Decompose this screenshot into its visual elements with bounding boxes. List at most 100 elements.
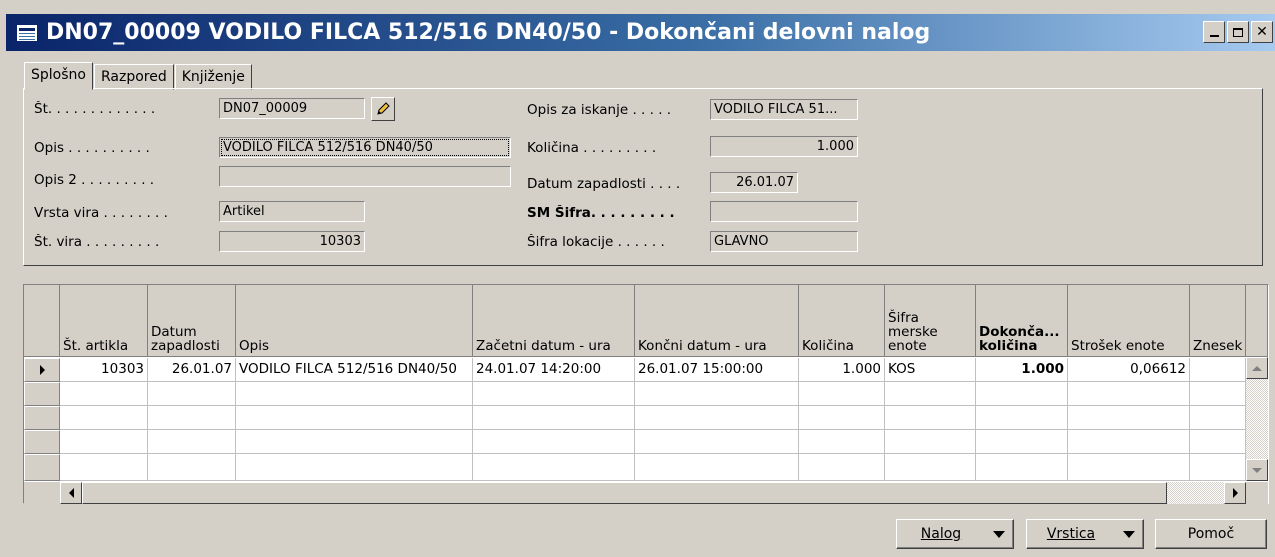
pencil-icon [377,102,390,115]
empty-cell[interactable] [473,430,635,454]
empty-cell[interactable] [60,430,148,454]
empty-cell[interactable] [1068,406,1190,430]
empty-cell[interactable] [148,454,236,481]
empty-cell[interactable] [799,382,885,406]
cell-znesek[interactable] [1190,358,1246,382]
cell-dokoncana-kolicina[interactable]: 1.000 [976,358,1068,382]
col-header-kolicina[interactable]: Količina [799,285,885,357]
cell-st-artikla[interactable]: 10303 [60,358,148,382]
scroll-down-button[interactable] [1246,459,1268,481]
empty-cell[interactable] [236,430,473,454]
col-header-koncni-datum[interactable]: Končni datum - ura [635,285,799,357]
col-header-st-artikla[interactable]: Št. artikla [60,285,148,357]
col-header-dokoncana-kolicina[interactable]: Dokonča... količina [976,285,1068,357]
horizontal-scrollbar[interactable] [60,482,1246,504]
vrsta-vira-input[interactable]: Artikel [219,201,365,222]
empty-cell[interactable] [976,382,1068,406]
cell-kolicina[interactable]: 1.000 [799,358,885,382]
empty-cell[interactable] [799,430,885,454]
cell-sifra-me[interactable]: KOS [885,358,976,382]
minimize-button[interactable] [1203,21,1225,43]
empty-cell[interactable] [885,406,976,430]
cell-koncni[interactable]: 26.01.07 15:00:00 [635,358,799,382]
col-header-zacetni-datum[interactable]: Začetni datum - ura [473,285,635,357]
cell-opis[interactable]: VODILO FILCA 512/516 DN40/50 [236,358,473,382]
col-header-znesek[interactable]: Znesek [1190,285,1246,357]
empty-cell[interactable] [473,406,635,430]
opis-input[interactable]: VODILO FILCA 512/516 DN40/50 [219,137,511,158]
empty-cell[interactable] [1068,382,1190,406]
opis2-input[interactable] [219,166,511,187]
arrow-down-icon [1252,467,1262,473]
cell-strosek-enote[interactable]: 0,06612 [1068,358,1190,382]
st-input[interactable]: DN07_00009 [219,98,365,119]
empty-cell[interactable] [1190,382,1246,406]
cell-datum-zapadlosti[interactable]: 26.01.07 [148,358,236,382]
cell-zacetni[interactable]: 24.01.07 14:20:00 [473,358,635,382]
empty-cell[interactable] [976,430,1068,454]
sifra-lokacije-input[interactable]: GLAVNO [710,231,858,252]
row-selector[interactable] [24,382,60,406]
empty-cell[interactable] [236,454,473,481]
empty-cell[interactable] [1068,430,1190,454]
empty-cell[interactable] [148,430,236,454]
empty-cell[interactable] [799,406,885,430]
edit-button[interactable] [371,97,395,121]
col-header-datum-zapadlosti[interactable]: Datum zapadlosti [148,285,236,357]
kolicina-input[interactable]: 1.000 [710,136,858,157]
empty-cell[interactable] [473,382,635,406]
vrstica-menu-button[interactable]: Vrstica [1026,519,1144,549]
row-selector[interactable] [24,358,60,382]
empty-cell[interactable] [799,454,885,481]
empty-cell[interactable] [635,454,799,481]
horizontal-scroll-thumb[interactable] [82,482,1167,504]
st-vira-input[interactable]: 10303 [219,231,365,252]
empty-cell[interactable] [1190,406,1246,430]
opis-label: Opis . . . . . . . . . . [34,140,150,156]
col-header-sifra-merske-enote[interactable]: Šifra merske enote [885,285,976,357]
tab-knjizenje[interactable]: Knjiženje [174,64,252,90]
empty-cell[interactable] [635,406,799,430]
nalog-menu-button[interactable]: Nalog [896,519,1014,549]
sm-sifra-input[interactable] [710,201,858,222]
st-label: Št. . . . . . . . . . . . . [34,101,156,117]
kolicina-field-row: Količina . . . . . . . . . [527,137,709,159]
tab-razpored[interactable]: Razpored [93,64,174,90]
empty-cell[interactable] [148,382,236,406]
empty-cell[interactable] [976,406,1068,430]
tab-splosno[interactable]: Splošno [24,62,93,90]
empty-cell[interactable] [635,430,799,454]
vertical-scrollbar[interactable] [1246,357,1268,481]
empty-cell[interactable] [976,454,1068,481]
empty-cell[interactable] [236,382,473,406]
empty-cell[interactable] [1190,454,1246,481]
scroll-left-button[interactable] [60,482,82,504]
chevron-down-icon [1123,530,1135,538]
empty-cell[interactable] [473,454,635,481]
horizontal-scroll-track[interactable] [1167,482,1224,504]
pomoc-button[interactable]: Pomoč [1155,519,1267,549]
close-button[interactable]: ✕ [1251,21,1273,43]
empty-cell[interactable] [885,382,976,406]
row-selector[interactable] [24,406,60,430]
row-selector[interactable] [24,430,60,454]
empty-cell[interactable] [60,454,148,481]
empty-cell[interactable] [148,406,236,430]
empty-cell[interactable] [885,454,976,481]
empty-cell[interactable] [60,406,148,430]
col-header-strosek-enote[interactable]: Strošek enote [1068,285,1190,357]
empty-cell[interactable] [236,406,473,430]
col-header-opis[interactable]: Opis [236,285,473,357]
maximize-button[interactable] [1227,21,1249,43]
datum-zapadlosti-input[interactable]: 26.01.07 [710,172,798,193]
empty-cell[interactable] [60,382,148,406]
scroll-up-button[interactable] [1246,357,1268,379]
empty-cell[interactable] [635,382,799,406]
title-bar[interactable]: DN07_00009 VODILO FILCA 512/516 DN40/50 … [6,14,1275,51]
empty-cell[interactable] [1068,454,1190,481]
row-selector[interactable] [24,454,60,481]
scroll-right-button[interactable] [1224,482,1246,504]
empty-cell[interactable] [885,430,976,454]
empty-cell[interactable] [1190,430,1246,454]
opis-za-iskanje-input[interactable]: VODILO FILCA 51... [710,99,858,120]
